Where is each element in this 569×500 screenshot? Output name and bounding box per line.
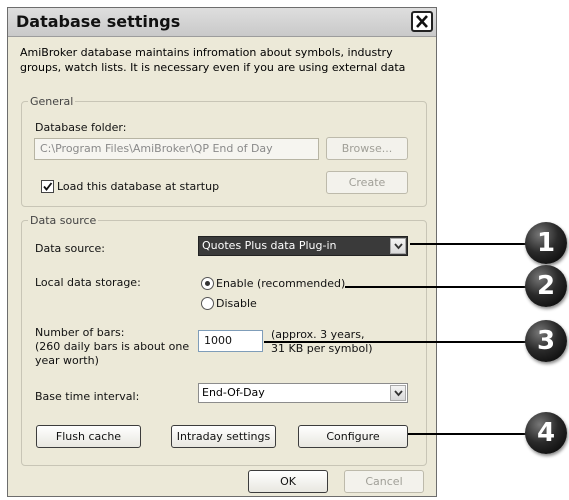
- data-source-select[interactable]: Quotes Plus data Plug-in: [198, 236, 408, 256]
- radio-selected-dot: [205, 281, 210, 286]
- base-interval-select[interactable]: End-Of-Day: [198, 383, 408, 403]
- intro-text: AmiBroker database maintains infromation…: [20, 46, 406, 74]
- data-source-label: Data source:: [35, 242, 105, 255]
- load-startup-checkbox[interactable]: [41, 180, 54, 193]
- checkmark-icon: [43, 182, 53, 191]
- intraday-settings-button[interactable]: Intraday settings: [171, 425, 276, 448]
- callout-pointer-1: [410, 243, 528, 245]
- cancel-button[interactable]: Cancel: [344, 470, 424, 493]
- callout-pointer-3: [264, 341, 528, 343]
- enable-label: Enable (recommended): [216, 277, 346, 290]
- bars-note: (approx. 3 years,: [271, 328, 365, 341]
- bars-note-2: 31 KB per symbol): [271, 342, 373, 355]
- chevron-down-icon: [394, 243, 403, 250]
- data-source-legend: Data source: [30, 214, 97, 227]
- close-button[interactable]: [411, 11, 433, 32]
- callout-badge-3: 3: [525, 320, 567, 362]
- load-startup-label: Load this database at startup: [57, 180, 220, 193]
- database-folder-field[interactable]: C:\Program Files\AmiBroker\QP End of Day: [34, 138, 319, 160]
- callout-pointer-4: [408, 433, 528, 435]
- enable-radio[interactable]: [201, 277, 214, 290]
- callout-badge-4: 4: [525, 412, 567, 454]
- local-storage-label: Local data storage:: [35, 276, 141, 289]
- create-button[interactable]: Create: [326, 171, 408, 194]
- disable-radio[interactable]: [201, 297, 214, 310]
- dropdown-arrow[interactable]: [390, 385, 406, 401]
- browse-button[interactable]: Browse...: [326, 137, 408, 160]
- configure-button[interactable]: Configure: [298, 425, 408, 448]
- bars-label: Number of bars:: [35, 326, 125, 339]
- bars-label-hint: (260 daily bars is about one: [35, 340, 190, 353]
- database-settings-dialog: Database settings AmiBroker database mai…: [7, 7, 437, 497]
- close-icon: [416, 15, 428, 28]
- ok-button[interactable]: OK: [248, 470, 328, 493]
- dropdown-arrow[interactable]: [390, 238, 406, 254]
- bars-label-hint-2: year worth): [35, 354, 99, 367]
- base-interval-label: Base time interval:: [35, 390, 140, 403]
- chevron-down-icon: [394, 390, 403, 397]
- flush-cache-button[interactable]: Flush cache: [36, 425, 141, 448]
- dialog-title: Database settings: [16, 12, 181, 31]
- number-of-bars-input[interactable]: 1000: [198, 330, 263, 352]
- callout-badge-2: 2: [525, 265, 567, 307]
- data-source-value: Quotes Plus data Plug-in: [202, 239, 337, 252]
- base-interval-value: End-Of-Day: [202, 386, 265, 399]
- callout-badge-1: 1: [525, 222, 567, 264]
- general-legend: General: [30, 95, 74, 108]
- callout-pointer-2: [345, 286, 528, 288]
- title-bar: Database settings: [8, 8, 436, 37]
- disable-label: Disable: [216, 297, 257, 310]
- database-folder-label: Database folder:: [35, 121, 127, 134]
